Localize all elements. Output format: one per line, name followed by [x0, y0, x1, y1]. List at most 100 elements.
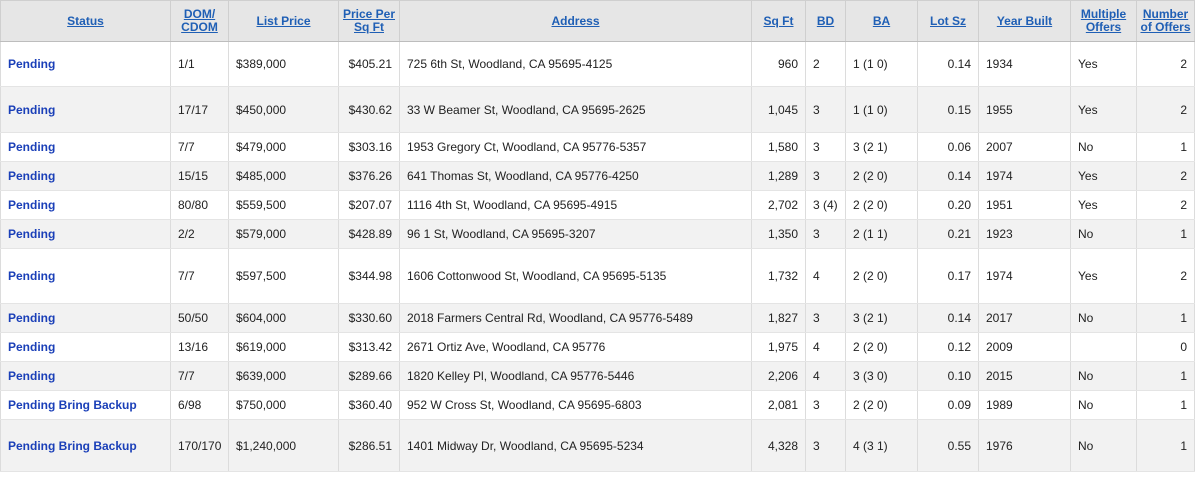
- ppsf-cell: $430.62: [338, 86, 400, 133]
- lot-cell: 0.12: [917, 332, 979, 362]
- ba-cell: 3 (3 0): [845, 361, 918, 391]
- address-cell: 33 W Beamer St, Woodland, CA 95695-2625: [399, 86, 752, 133]
- bd-cell: 3: [805, 303, 846, 333]
- sort-year-link[interactable]: Year Built: [997, 14, 1052, 28]
- ba-cell: 1 (1 0): [845, 41, 918, 87]
- table-row[interactable]: Pending 7/7 $639,000 $289.66 1820 Kelley…: [0, 361, 1195, 391]
- price-cell: $639,000: [228, 361, 339, 391]
- sort-num-offers-link[interactable]: Number of Offers: [1140, 7, 1190, 34]
- bd-cell: 4: [805, 248, 846, 304]
- ppsf-cell: $313.42: [338, 332, 400, 362]
- sqft-cell: 1,580: [751, 132, 806, 162]
- dom-cell: 1/1: [170, 41, 229, 87]
- sort-price-per-sqft-link[interactable]: Price Per Sq Ft: [343, 7, 395, 34]
- ba-cell: 3 (2 1): [845, 132, 918, 162]
- ppsf-cell: $207.07: [338, 190, 400, 220]
- ppsf-cell: $289.66: [338, 361, 400, 391]
- status-cell[interactable]: Pending: [0, 303, 171, 333]
- table-row[interactable]: Pending 15/15 $485,000 $376.26 641 Thoma…: [0, 161, 1195, 191]
- status-cell[interactable]: Pending: [0, 86, 171, 133]
- lot-cell: 0.14: [917, 41, 979, 87]
- sqft-cell: 4,328: [751, 419, 806, 472]
- col-dom[interactable]: DOM/ CDOM: [170, 0, 229, 42]
- status-cell[interactable]: Pending: [0, 332, 171, 362]
- address-cell: 1116 4th St, Woodland, CA 95695-4915: [399, 190, 752, 220]
- status-cell[interactable]: Pending: [0, 41, 171, 87]
- dom-cell: 2/2: [170, 219, 229, 249]
- sort-sqft-link[interactable]: Sq Ft: [764, 14, 794, 28]
- num-offers-cell: 2: [1136, 86, 1195, 133]
- year-cell: 1974: [978, 248, 1071, 304]
- table-row[interactable]: Pending Bring Backup 6/98 $750,000 $360.…: [0, 390, 1195, 420]
- table-row[interactable]: Pending 2/2 $579,000 $428.89 96 1 St, Wo…: [0, 219, 1195, 249]
- sort-ba-link[interactable]: BA: [873, 14, 890, 28]
- ba-cell: 2 (2 0): [845, 248, 918, 304]
- multiple-offers-cell: Yes: [1070, 41, 1137, 87]
- status-cell[interactable]: Pending: [0, 219, 171, 249]
- sort-lot-link[interactable]: Lot Sz: [930, 14, 966, 28]
- sqft-cell: 1,045: [751, 86, 806, 133]
- status-cell[interactable]: Pending Bring Backup: [0, 390, 171, 420]
- sort-bd-link[interactable]: BD: [817, 14, 834, 28]
- num-offers-cell: 2: [1136, 41, 1195, 87]
- dom-cell: 80/80: [170, 190, 229, 220]
- price-cell: $619,000: [228, 332, 339, 362]
- dom-cell: 7/7: [170, 361, 229, 391]
- col-num-offers[interactable]: Number of Offers: [1136, 0, 1195, 42]
- col-price-per-sqft[interactable]: Price Per Sq Ft: [338, 0, 400, 42]
- multiple-offers-cell: No: [1070, 390, 1137, 420]
- sort-status-link[interactable]: Status: [67, 14, 104, 28]
- multiple-offers-cell: [1070, 332, 1137, 362]
- lot-cell: 0.09: [917, 390, 979, 420]
- status-cell[interactable]: Pending Bring Backup: [0, 419, 171, 472]
- col-year[interactable]: Year Built: [978, 0, 1071, 42]
- status-cell[interactable]: Pending: [0, 248, 171, 304]
- table-row[interactable]: Pending 17/17 $450,000 $430.62 33 W Beam…: [0, 86, 1195, 133]
- price-cell: $579,000: [228, 219, 339, 249]
- table-row[interactable]: Pending 1/1 $389,000 $405.21 725 6th St,…: [0, 41, 1195, 87]
- table-row[interactable]: Pending 7/7 $479,000 $303.16 1953 Gregor…: [0, 132, 1195, 162]
- status-cell[interactable]: Pending: [0, 361, 171, 391]
- col-multiple-offers[interactable]: Multiple Offers: [1070, 0, 1137, 42]
- sqft-cell: 960: [751, 41, 806, 87]
- lot-cell: 0.21: [917, 219, 979, 249]
- price-cell: $450,000: [228, 86, 339, 133]
- col-sqft[interactable]: Sq Ft: [751, 0, 806, 42]
- address-cell: 96 1 St, Woodland, CA 95695-3207: [399, 219, 752, 249]
- ppsf-cell: $405.21: [338, 41, 400, 87]
- ba-cell: 2 (2 0): [845, 190, 918, 220]
- address-cell: 1401 Midway Dr, Woodland, CA 95695-5234: [399, 419, 752, 472]
- table-row[interactable]: Pending 7/7 $597,500 $344.98 1606 Cotton…: [0, 248, 1195, 304]
- table-row[interactable]: Pending 80/80 $559,500 $207.07 1116 4th …: [0, 190, 1195, 220]
- sqft-cell: 1,350: [751, 219, 806, 249]
- sort-address-link[interactable]: Address: [551, 14, 599, 28]
- col-ba[interactable]: BA: [845, 0, 918, 42]
- bd-cell: 4: [805, 361, 846, 391]
- col-address[interactable]: Address: [399, 0, 752, 42]
- address-cell: 641 Thomas St, Woodland, CA 95776-4250: [399, 161, 752, 191]
- ba-cell: 2 (1 1): [845, 219, 918, 249]
- status-cell[interactable]: Pending: [0, 190, 171, 220]
- col-list-price[interactable]: List Price: [228, 0, 339, 42]
- bd-cell: 3 (4): [805, 190, 846, 220]
- table-row[interactable]: Pending Bring Backup 170/170 $1,240,000 …: [0, 419, 1195, 472]
- multiple-offers-cell: No: [1070, 361, 1137, 391]
- col-lot[interactable]: Lot Sz: [917, 0, 979, 42]
- col-bd[interactable]: BD: [805, 0, 846, 42]
- price-cell: $485,000: [228, 161, 339, 191]
- status-cell[interactable]: Pending: [0, 161, 171, 191]
- table-row[interactable]: Pending 50/50 $604,000 $330.60 2018 Farm…: [0, 303, 1195, 333]
- bd-cell: 3: [805, 390, 846, 420]
- multiple-offers-cell: Yes: [1070, 190, 1137, 220]
- table-row[interactable]: Pending 13/16 $619,000 $313.42 2671 Orti…: [0, 332, 1195, 362]
- sort-multiple-offers-link[interactable]: Multiple Offers: [1081, 7, 1126, 34]
- sort-list-price-link[interactable]: List Price: [256, 14, 310, 28]
- status-cell[interactable]: Pending: [0, 132, 171, 162]
- sqft-cell: 1,975: [751, 332, 806, 362]
- dom-cell: 15/15: [170, 161, 229, 191]
- ppsf-cell: $376.26: [338, 161, 400, 191]
- col-status[interactable]: Status: [0, 0, 171, 42]
- multiple-offers-cell: No: [1070, 219, 1137, 249]
- sort-dom-link[interactable]: DOM/ CDOM: [181, 7, 218, 34]
- num-offers-cell: 1: [1136, 219, 1195, 249]
